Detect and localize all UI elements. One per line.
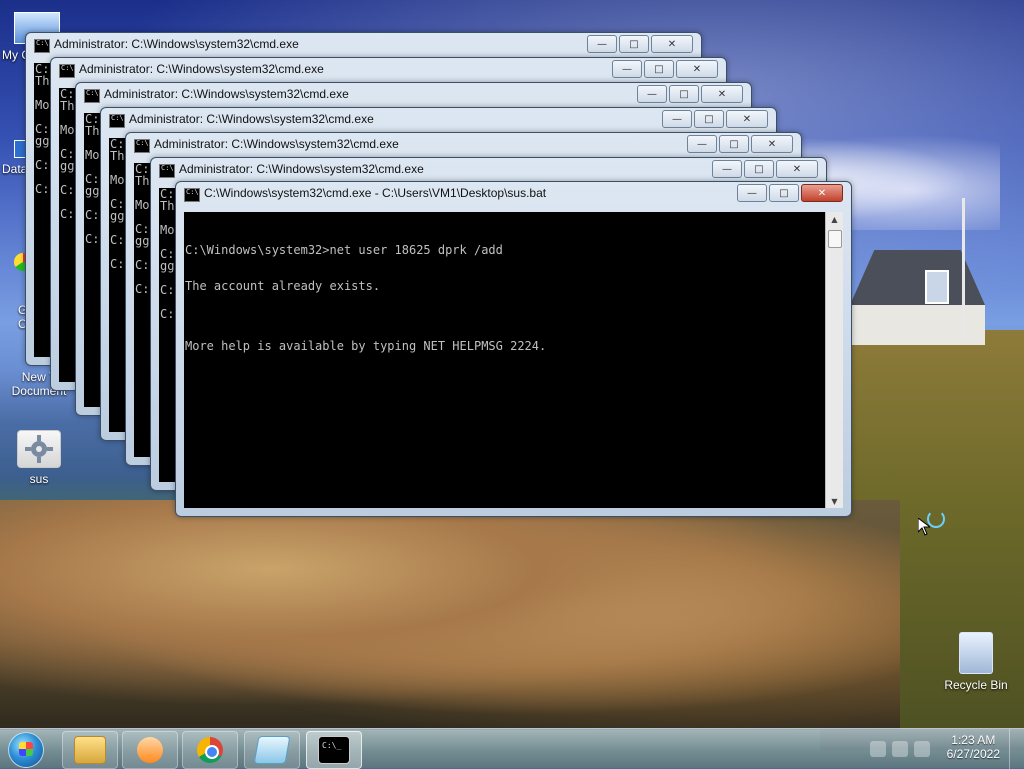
window-controls: — □ ✕ — [712, 160, 818, 178]
desktop-icon-label: Recycle Bin — [944, 678, 1008, 692]
window-titlebar[interactable]: C:\Windows\system32\cmd.exe - C:\Users\V… — [176, 182, 851, 206]
console-line: More help is available by typing NET HEL… — [185, 339, 547, 353]
desktop-icon-recycle-bin[interactable]: Recycle Bin — [936, 632, 1016, 692]
cmd-icon — [34, 39, 50, 53]
window-title: Administrator: C:\Windows\system32\cmd.e… — [129, 112, 374, 126]
taskbar-item-media-player[interactable] — [122, 731, 178, 769]
recycle-bin-icon — [959, 632, 993, 674]
maximize-button[interactable]: □ — [694, 110, 724, 128]
close-button[interactable]: ✕ — [751, 135, 793, 153]
taskbar-item-cmd[interactable]: C:\_ — [306, 731, 362, 769]
house-window — [925, 270, 949, 304]
window-controls: — □ ✕ — [587, 35, 693, 53]
cmd-icon: C:\_ — [318, 736, 350, 764]
clock-time: 1:23 AM — [951, 733, 996, 747]
close-button[interactable]: ✕ — [701, 85, 743, 103]
start-button[interactable] — [8, 732, 44, 768]
minimize-button[interactable]: — — [712, 160, 742, 178]
window-title: Administrator: C:\Windows\system32\cmd.e… — [179, 162, 424, 176]
minimize-button[interactable]: — — [637, 85, 667, 103]
busy-spinner-icon — [927, 510, 945, 528]
minimize-button[interactable]: — — [737, 184, 767, 202]
minimize-button[interactable]: — — [587, 35, 617, 53]
close-button[interactable]: ✕ — [801, 184, 843, 202]
scroll-up-icon[interactable]: ▲ — [826, 212, 843, 226]
console-output: C:\Windows\system32>net user 18625 dprk … — [184, 220, 823, 376]
cmd-icon — [184, 188, 200, 202]
batch-file-icon — [17, 430, 61, 468]
window-title: Administrator: C:\Windows\system32\cmd.e… — [79, 62, 324, 76]
show-desktop-button[interactable] — [1009, 729, 1024, 769]
close-button[interactable]: ✕ — [776, 160, 818, 178]
maximize-button[interactable]: □ — [669, 85, 699, 103]
gear-icon — [25, 435, 53, 463]
volume-icon[interactable] — [914, 741, 930, 757]
cmd-icon — [59, 64, 75, 78]
window-title: Administrator: C:\Windows\system32\cmd.e… — [154, 137, 399, 151]
system-clock[interactable]: 1:23 AM 6/27/2022 — [947, 733, 1000, 761]
notepad-icon — [253, 736, 291, 764]
window-controls: — □ ✕ — [637, 85, 743, 103]
cmd-icon — [134, 139, 150, 153]
vertical-scrollbar[interactable]: ▲ ▼ — [825, 212, 843, 508]
cmd-icon — [109, 114, 125, 128]
console-line: The account already exists. — [185, 279, 381, 293]
maximize-button[interactable]: □ — [744, 160, 774, 178]
maximize-button[interactable]: □ — [769, 184, 799, 202]
minimize-button[interactable]: — — [687, 135, 717, 153]
window-title: C:\Windows\system32\cmd.exe - C:\Users\V… — [204, 186, 547, 200]
chrome-icon — [197, 737, 223, 763]
scroll-thumb[interactable] — [828, 230, 842, 248]
window-titlebar[interactable]: Administrator: C:\Windows\system32\cmd.e… — [26, 33, 701, 57]
minimize-button[interactable]: — — [612, 60, 642, 78]
maximize-button[interactable]: □ — [619, 35, 649, 53]
wallpaper-flagpole — [962, 198, 965, 338]
close-button[interactable]: ✕ — [676, 60, 718, 78]
desktop-icon-sus[interactable]: sus — [0, 430, 78, 486]
window-controls: — □ ✕ — [687, 135, 793, 153]
clock-date: 6/27/2022 — [946, 747, 1000, 761]
window-titlebar[interactable]: Administrator: C:\Windows\system32\cmd.e… — [151, 158, 826, 182]
close-button[interactable]: ✕ — [726, 110, 768, 128]
window-titlebar[interactable]: Administrator: C:\Windows\system32\cmd.e… — [126, 133, 801, 157]
folder-icon — [74, 736, 106, 764]
cmd-icon — [84, 89, 100, 103]
taskbar: C:\_ 1:23 AM 6/27/2022 — [0, 728, 1024, 769]
action-center-icon[interactable] — [892, 741, 908, 757]
scroll-down-icon[interactable]: ▼ — [826, 494, 843, 508]
window-titlebar[interactable]: Administrator: C:\Windows\system32\cmd.e… — [101, 108, 776, 132]
taskbar-item-explorer[interactable] — [62, 731, 118, 769]
window-titlebar[interactable]: Administrator: C:\Windows\system32\cmd.e… — [76, 83, 751, 107]
window-title: Administrator: C:\Windows\system32\cmd.e… — [54, 37, 299, 51]
network-icon[interactable] — [870, 741, 886, 757]
window-titlebar[interactable]: Administrator: C:\Windows\system32\cmd.e… — [51, 58, 726, 82]
window-controls: — □ ✕ — [737, 184, 843, 202]
maximize-button[interactable]: □ — [719, 135, 749, 153]
system-tray: 1:23 AM 6/27/2022 — [854, 729, 1024, 769]
console-line: C:\Windows\system32>net user 18625 dprk … — [185, 243, 503, 257]
taskbar-item-chrome[interactable] — [182, 731, 238, 769]
window-controls: — □ ✕ — [612, 60, 718, 78]
cmd-icon — [159, 164, 175, 178]
window-title: Administrator: C:\Windows\system32\cmd.e… — [104, 87, 349, 101]
wallpaper-rocks — [0, 500, 900, 730]
taskbar-item-notepad[interactable] — [244, 731, 300, 769]
media-player-icon — [137, 737, 163, 763]
window-controls: — □ ✕ — [662, 110, 768, 128]
cmd-window-active[interactable]: C:\Windows\system32\cmd.exe - C:\Users\V… — [175, 181, 852, 517]
close-button[interactable]: ✕ — [651, 35, 693, 53]
maximize-button[interactable]: □ — [644, 60, 674, 78]
console-body[interactable]: C:\Windows\system32>net user 18625 dprk … — [184, 212, 843, 508]
minimize-button[interactable]: — — [662, 110, 692, 128]
desktop-icon-label: sus — [29, 472, 49, 486]
